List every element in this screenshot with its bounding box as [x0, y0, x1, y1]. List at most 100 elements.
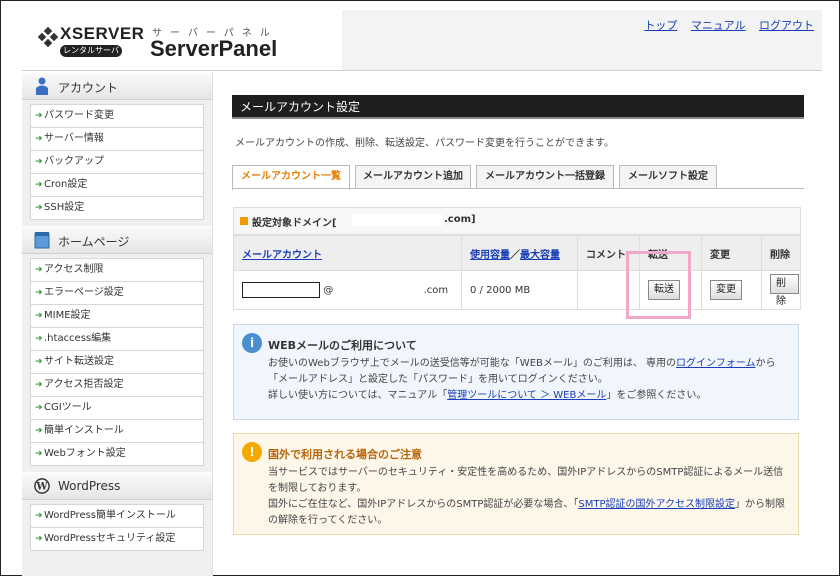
- sidebar-item-access-deny[interactable]: ➜アクセス拒否設定: [30, 374, 204, 397]
- notice-body: 当サービスではサーバーのセキュリティ・安定性を高めるため、国外IPアドレスからの…: [268, 467, 786, 526]
- sidebar-item-backup[interactable]: ➜バックアップ: [30, 151, 204, 174]
- webmail-notice: i WEBメールのご利用について お使いのWebブラウザ上でメールの送受信等が可…: [233, 324, 799, 420]
- arrow-icon: ➜: [35, 334, 43, 344]
- section-title: WordPress: [58, 479, 121, 493]
- sidebar-item-wp-install[interactable]: ➜WordPress簡単インストール: [30, 504, 204, 528]
- section-title: アカウント: [58, 81, 119, 95]
- sidebar-item-error-page[interactable]: ➜エラーページ設定: [30, 282, 204, 305]
- account-name-redacted: [242, 282, 320, 298]
- sidebar-item-cgi-tools[interactable]: ➜CGIツール: [30, 397, 204, 420]
- header: XSERVER レンタルサーバー サーバーパネル ServerPanel トップ…: [22, 10, 822, 71]
- change-cell: 変更: [701, 270, 762, 310]
- login-form-link[interactable]: ログインフォーム: [676, 358, 755, 369]
- sidebar-item-server-info[interactable]: ➜サーバー情報: [30, 128, 204, 151]
- logo[interactable]: XSERVER レンタルサーバー サーバーパネル ServerPanel: [22, 10, 342, 70]
- delete-cell: 削除: [761, 270, 801, 310]
- svg-text:W: W: [36, 482, 49, 493]
- product-title: ServerPanel: [150, 36, 278, 61]
- arrow-icon: ➜: [35, 157, 43, 167]
- page-description: メールアカウントの作成、削除、転送設定、パスワード変更を行うことができます。: [235, 138, 614, 149]
- sidebar-item-site-redirect[interactable]: ➜サイト転送設定: [30, 351, 204, 374]
- page-icon: [34, 232, 50, 249]
- table-header-row: メールアカウント 使用容量／最大容量 コメント 転送 変更 削除: [233, 235, 801, 271]
- manual-webmail-link[interactable]: 管理ツールについて ＞ WEBメール: [447, 390, 606, 401]
- tab-divider: [232, 188, 804, 189]
- forward-highlight-frame: [626, 251, 691, 319]
- delete-button[interactable]: 削除: [770, 273, 799, 307]
- notice-title: 国外で利用される場合のご注意: [268, 448, 422, 461]
- notice-title: WEBメールのご利用について: [268, 339, 417, 352]
- arrow-icon: ➜: [35, 180, 43, 190]
- sidebar-item-cron[interactable]: ➜Cron設定: [30, 174, 204, 197]
- tab-bulk-register[interactable]: メールアカウント一括登録: [476, 165, 614, 188]
- brand-subtitle: レンタルサーバー: [60, 45, 122, 67]
- sidebar-item-mime[interactable]: ➜MIME設定: [30, 305, 204, 328]
- arrow-icon: ➜: [35, 134, 43, 144]
- brand-name: XSERVER: [60, 24, 145, 43]
- top-link[interactable]: トップ: [644, 19, 677, 32]
- sidebar-item-access-limit[interactable]: ➜アクセス制限: [30, 258, 204, 282]
- arrow-icon: ➜: [35, 403, 43, 413]
- domain-label: 設定対象ドメイン[: [252, 218, 337, 229]
- person-icon: [36, 77, 48, 95]
- col-delete: 削除: [761, 235, 801, 271]
- info-icon: i: [242, 333, 262, 353]
- col-change: 変更: [701, 235, 762, 271]
- usage-cell: 0 / 2000 MB: [461, 270, 578, 310]
- sidebar-item-web-font[interactable]: ➜Webフォント設定: [30, 443, 204, 466]
- sidebar: アカウント ➜パスワード変更 ➜サーバー情報 ➜バックアップ ➜Cron設定 ➜…: [22, 72, 213, 576]
- smtp-restriction-link[interactable]: SMTP認証の国外アクセス制限設定: [578, 499, 735, 510]
- target-domain-bar: 設定対象ドメイン[ .com]: [233, 207, 801, 235]
- homepage-menu: ➜アクセス制限 ➜エラーページ設定 ➜MIME設定 ➜.htaccess編集 ➜…: [30, 258, 204, 466]
- sidebar-section-homepage: ホームページ: [22, 226, 212, 254]
- tab-account-list[interactable]: メールアカウント一覧: [232, 165, 350, 190]
- sidebar-item-easy-install[interactable]: ➜簡単インストール: [30, 420, 204, 443]
- arrow-icon: ➜: [35, 357, 43, 367]
- tab-mail-software[interactable]: メールソフト設定: [619, 165, 717, 188]
- arrow-icon: ➜: [35, 380, 43, 390]
- sidebar-item-htaccess[interactable]: ➜.htaccess編集: [30, 328, 204, 351]
- table-row: @ .com 0 / 2000 MB 転送 変更 削除: [233, 270, 801, 310]
- arrow-icon: ➜: [35, 288, 43, 298]
- xserver-logo-icon: [38, 27, 58, 47]
- logout-link[interactable]: ログアウト: [759, 19, 814, 32]
- top-links: トップ マニュアル ログアウト: [634, 17, 814, 33]
- col-capacity: 使用容量／最大容量: [461, 235, 578, 271]
- notice-body: お使いのWebブラウザ上でメールの送受信等が可能な「WEBメール」のご利用は、 …: [268, 358, 776, 401]
- domain-suffix: .com]: [444, 214, 476, 225]
- sidebar-section-account: アカウント: [22, 72, 212, 100]
- manual-link[interactable]: マニュアル: [691, 19, 746, 32]
- wordpress-menu: ➜WordPress簡単インストール ➜WordPressセキュリティ設定: [30, 504, 204, 551]
- sidebar-item-wp-security[interactable]: ➜WordPressセキュリティ設定: [30, 528, 204, 551]
- orange-square-icon: [240, 217, 248, 225]
- account-menu: ➜パスワード変更 ➜サーバー情報 ➜バックアップ ➜Cron設定 ➜SSH設定: [30, 104, 204, 220]
- sort-mail-account-link[interactable]: メールアカウント: [242, 250, 322, 261]
- arrow-icon: ➜: [35, 203, 43, 213]
- change-button[interactable]: 変更: [710, 280, 742, 300]
- account-domain-suffix: .com: [423, 285, 449, 296]
- domain-redacted: [352, 214, 442, 226]
- wordpress-icon: W: [34, 478, 50, 494]
- at-sign: @: [323, 285, 334, 296]
- arrow-icon: ➜: [35, 426, 43, 436]
- sort-usage-link[interactable]: 使用容量: [470, 250, 510, 261]
- sidebar-item-password[interactable]: ➜パスワード変更: [30, 104, 204, 128]
- section-title: ホームページ: [58, 235, 130, 249]
- page-title: メールアカウント設定: [232, 95, 804, 119]
- sidebar-item-ssh[interactable]: ➜SSH設定: [30, 197, 204, 220]
- warning-icon: !: [242, 442, 262, 462]
- sidebar-section-wordpress: W WordPress: [22, 472, 212, 500]
- arrow-icon: ➜: [35, 111, 43, 121]
- arrow-icon: ➜: [35, 311, 43, 321]
- account-cell: @ .com: [233, 270, 462, 310]
- overseas-notice: ! 国外で利用される場合のご注意 当サービスではサーバーのセキュリティ・安定性を…: [233, 433, 799, 535]
- arrow-icon: ➜: [35, 534, 43, 544]
- tab-account-add[interactable]: メールアカウント追加: [355, 165, 471, 188]
- sort-max-link[interactable]: 最大容量: [520, 250, 560, 261]
- mail-account-table: メールアカウント 使用容量／最大容量 コメント 転送 変更 削除 @ .com …: [233, 235, 801, 310]
- col-mail-account: メールアカウント: [233, 235, 462, 271]
- main-content: メールアカウント設定 メールアカウントの作成、削除、転送設定、パスワード変更を行…: [227, 72, 807, 572]
- arrow-icon: ➜: [35, 449, 43, 459]
- arrow-icon: ➜: [35, 511, 43, 521]
- arrow-icon: ➜: [35, 265, 43, 275]
